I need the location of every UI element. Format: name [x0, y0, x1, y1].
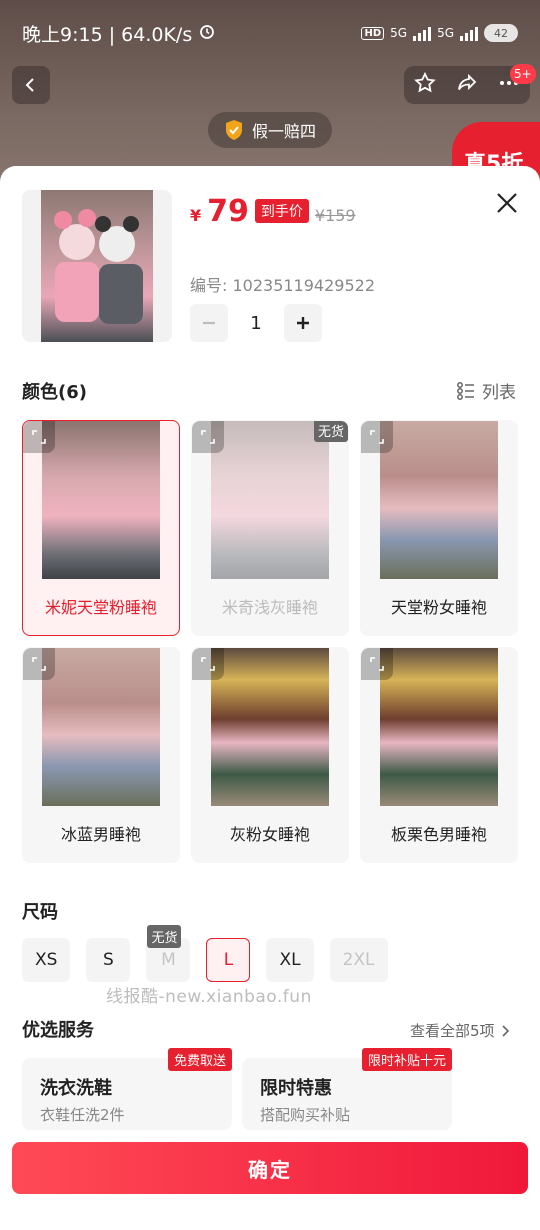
service-subtitle: 衣鞋任洗2件: [40, 1106, 125, 1124]
quantity-value[interactable]: 1: [228, 313, 284, 334]
color-option-label: 冰蓝男睡袍: [60, 825, 141, 844]
size-option[interactable]: XL: [266, 938, 314, 982]
increase-button[interactable]: [284, 304, 322, 342]
service-badge: 限时补贴十元: [361, 1048, 452, 1071]
color-option-card[interactable]: 无货米奇浅灰睡袍: [191, 420, 349, 636]
guarantee-label: 假一赔四: [251, 122, 316, 141]
network-label-1: 5G: [390, 26, 408, 40]
close-button[interactable]: [494, 190, 520, 216]
size-option-label: XS: [35, 950, 58, 970]
final-price: 79: [207, 194, 249, 229]
chevron-right-icon: [501, 1024, 509, 1037]
color-options-grid: 米妮天堂粉睡袍 无货 米奇浅灰睡袍 天堂粉女睡袍 冰蓝男睡袍 灰粉女睡袍 板栗色男睡袍: [22, 420, 518, 863]
size-option-label: XL: [279, 950, 301, 970]
star-icon[interactable]: [413, 71, 437, 99]
size-option[interactable]: XS: [22, 938, 71, 982]
status-bar: 晚上9:15 | 64.0K/s HD 5G 5G 42: [0, 0, 540, 66]
color-option-image: [42, 648, 160, 806]
out-of-stock-badge: 无货: [313, 421, 348, 442]
list-toggle-label: 列表: [482, 383, 516, 403]
size-option[interactable]: 2XL: [329, 938, 388, 982]
quantity-stepper: 1: [190, 304, 322, 342]
color-option-image: [211, 648, 329, 806]
alarm-icon: [198, 22, 216, 45]
status-time: 晚上9:15 | 64.0K/s: [22, 23, 193, 46]
size-section-title: 尺码: [22, 902, 58, 923]
color-option-label: 米妮天堂粉睡袍: [44, 598, 157, 617]
confirm-button[interactable]: 确定: [12, 1142, 528, 1194]
size-option-label: M: [161, 950, 176, 970]
color-option-card[interactable]: 冰蓝男睡袍: [22, 647, 180, 863]
size-option[interactable]: M 无货: [146, 925, 191, 982]
battery-icon: 42: [484, 24, 518, 42]
expand-icon[interactable]: [23, 421, 55, 453]
color-option-label: 灰粉女睡袍: [229, 825, 310, 844]
product-code: 编号: 10235119429522: [190, 276, 375, 295]
size-option-label: 2XL: [342, 950, 375, 970]
color-option-image: [380, 421, 498, 579]
size-option[interactable]: L: [206, 938, 251, 982]
back-button[interactable]: [12, 66, 50, 104]
color-option-card[interactable]: 板栗色男睡袍: [360, 647, 518, 863]
size-option-label: S: [103, 950, 114, 970]
expand-icon[interactable]: [192, 421, 224, 453]
expand-icon[interactable]: [192, 648, 224, 680]
decrease-button[interactable]: [190, 304, 228, 342]
minus-icon: [203, 321, 215, 325]
watermark: 线报酷-new.xianbao.fun: [106, 987, 312, 1007]
size-options: XS S M 无货 L XL 2XL: [22, 925, 388, 982]
price-tag: 到手价: [254, 199, 309, 223]
list-icon: [457, 381, 474, 400]
size-option[interactable]: S: [86, 938, 131, 982]
shield-check-icon: [225, 120, 242, 140]
price-row: ¥ 79 到手价 ¥159: [190, 194, 356, 229]
service-card[interactable]: 洗衣洗鞋 衣鞋任洗2件 免费取送: [22, 1048, 232, 1130]
original-price: ¥159: [314, 206, 356, 225]
product-photo: [41, 190, 153, 342]
share-icon[interactable]: [455, 71, 479, 99]
network-label-2: 5G: [437, 26, 454, 40]
color-option-image: [42, 421, 160, 579]
color-option-label: 板栗色男睡袍: [390, 825, 487, 844]
sku-selector-sheet: ¥ 79 到手价 ¥159 编号: 10235119429522 1 颜色(6)…: [0, 166, 540, 1230]
color-option-label: 米奇浅灰睡袍: [221, 598, 318, 617]
color-option-image: [211, 421, 329, 579]
plus-icon: [297, 317, 309, 329]
signal-icon: [460, 25, 478, 41]
service-subtitle: 搭配购买补贴: [260, 1106, 351, 1124]
guarantee-pill[interactable]: 假一赔四: [208, 112, 332, 148]
signal-icon: [413, 25, 432, 41]
color-option-image: [380, 648, 498, 806]
list-view-toggle[interactable]: 列表: [456, 378, 516, 403]
service-section-title: 优选服务: [22, 1020, 94, 1041]
color-option-label: 天堂粉女睡袍: [390, 598, 487, 617]
service-card[interactable]: 限时特惠 搭配购买补贴 限时补贴十元: [242, 1048, 452, 1130]
expand-icon[interactable]: [361, 648, 393, 680]
notification-badge: 5+: [510, 64, 536, 84]
chevron-left-icon: [25, 78, 34, 92]
color-option-card[interactable]: 灰粉女睡袍: [191, 647, 349, 863]
service-title: 洗衣洗鞋: [40, 1078, 112, 1099]
color-section-title: 颜色(6): [22, 382, 87, 403]
color-option-card[interactable]: 天堂粉女睡袍: [360, 420, 518, 636]
color-option-card[interactable]: 米妮天堂粉睡袍: [22, 420, 180, 636]
expand-icon[interactable]: [361, 421, 393, 453]
size-option-label: L: [223, 950, 234, 970]
see-all-services-link[interactable]: 查看全部5项: [410, 1020, 511, 1041]
price-symbol: ¥: [190, 206, 202, 225]
expand-icon[interactable]: [23, 648, 55, 680]
service-title: 限时特惠: [260, 1078, 332, 1099]
service-badge: 免费取送: [167, 1048, 232, 1071]
close-icon: [497, 193, 517, 213]
see-all-label: 查看全部5项: [410, 1022, 495, 1040]
product-thumbnail[interactable]: [22, 190, 172, 342]
out-of-stock-badge: 无货: [147, 925, 182, 948]
hd-icon: HD: [361, 26, 385, 40]
